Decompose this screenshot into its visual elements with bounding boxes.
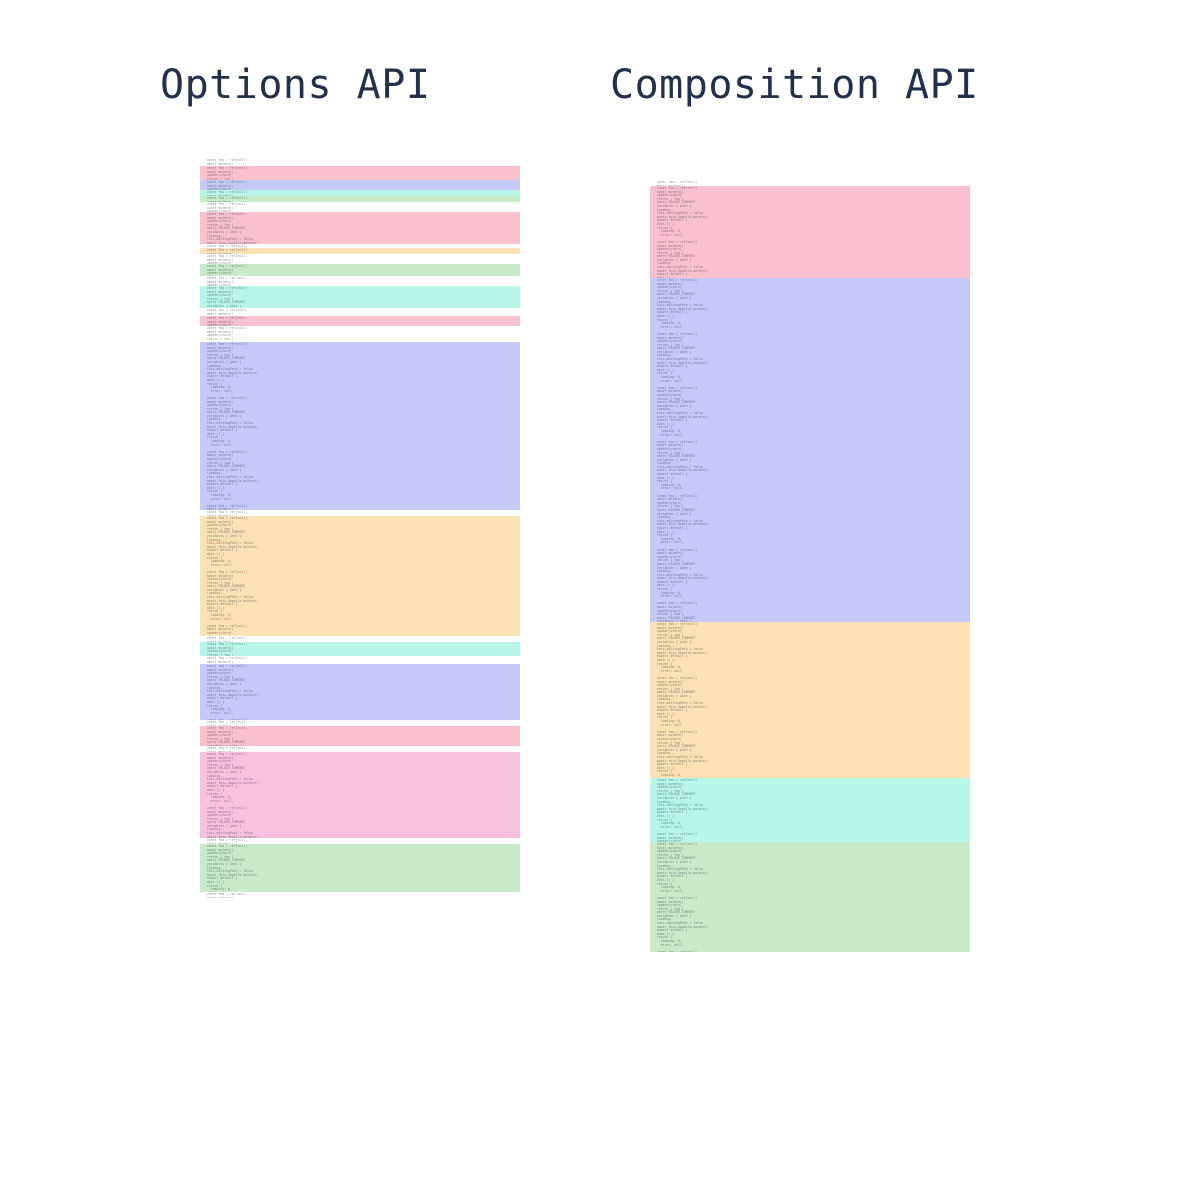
options-region-6-code: const foo = ref(null) await mutate() upd… [200,212,520,244]
options-region-0-code: const foo = ref(null) await mutate() [200,158,520,166]
options-region-26-pink: const foo = ref(null) await mutate() upd… [200,752,520,838]
options-region-13-code: const foo = ref(null) await mutate() [200,308,520,316]
options-region-10-code: const foo = ref(null) await mutate() upd… [200,264,520,276]
options-region-22-blue: const foo = ref(null) await mutate() upd… [200,664,520,720]
options-region-15-plain: const foo = ref(null) await mutate() upd… [200,326,520,342]
options-region-12-code: const foo = ref(null) await mutate() upd… [200,286,520,308]
heading-composition-api: Composition API [610,62,979,108]
options-region-6-red: const foo = ref(null) await mutate() upd… [200,212,520,244]
options-region-18-yellow: const foo = ref(null) await mutate() upd… [200,516,520,636]
options-region-1-red: const foo = ref(null) await mutate() upd… [200,166,520,180]
composition-region-4-teal: const foo = ref(null) await mutate() upd… [650,778,970,842]
options-region-10-green: const foo = ref(null) await mutate() upd… [200,264,520,276]
options-region-20-code: const foo = ref(null) await mutate() upd… [200,642,520,656]
options-region-28-green: const foo = ref(null) await mutate() upd… [200,844,520,892]
options-region-29-plain: const foo = ref(null) await mutate() [200,892,520,898]
composition-region-2-code: const foo = ref(null) await mutate() upd… [650,278,970,622]
options-region-28-code: const foo = ref(null) await mutate() upd… [200,844,520,892]
options-region-1-code: const foo = ref(null) await mutate() upd… [200,166,520,180]
options-region-24-red: const foo = ref(null) await mutate() upd… [200,726,520,746]
options-region-20-teal: const foo = ref(null) await mutate() upd… [200,642,520,656]
options-region-14-red: const foo = ref(null) await mutate() upd… [200,316,520,326]
options-region-11-code: const foo = ref(null) await mutate() upd… [200,276,520,286]
column-options-api: const foo = ref(null) await mutate() con… [200,158,520,898]
options-region-13-plain: const foo = ref(null) await mutate() [200,308,520,316]
options-region-26-code: const foo = ref(null) await mutate() upd… [200,752,520,838]
composition-region-5-green: const foo = ref(null) await mutate() upd… [650,842,970,952]
options-region-16-blue: const foo = ref(null) await mutate() upd… [200,342,520,510]
composition-region-4-code: const foo = ref(null) await mutate() upd… [650,778,970,842]
options-region-12-teal: const foo = ref(null) await mutate() upd… [200,286,520,308]
options-region-21-plain: const foo = ref(null) await mutate() [200,656,520,664]
options-region-9-code: const foo = ref(null) await mutate() upd… [200,254,520,264]
composition-region-1-red: const foo = ref(null) await mutate() upd… [650,186,970,278]
options-region-18-code: const foo = ref(null) await mutate() upd… [200,516,520,636]
options-region-2-blue: const foo = ref(null) await mutate() upd… [200,180,520,190]
options-region-2-code: const foo = ref(null) await mutate() upd… [200,180,520,190]
column-composition-api: const foo = ref(null) await mutate() con… [650,180,970,952]
composition-region-2-blue: const foo = ref(null) await mutate() upd… [650,278,970,622]
heading-options-api: Options API [160,62,430,108]
composition-region-1-code: const foo = ref(null) await mutate() upd… [650,186,970,278]
options-region-21-code: const foo = ref(null) await mutate() [200,656,520,664]
options-region-9-plain: const foo = ref(null) await mutate() upd… [200,254,520,264]
options-region-29-code: const foo = ref(null) await mutate() [200,892,520,898]
options-region-22-code: const foo = ref(null) await mutate() upd… [200,664,520,720]
options-region-5-plain: const foo = ref(null) await mutate() upd… [200,202,520,212]
options-region-0-plain: const foo = ref(null) await mutate() [200,158,520,166]
options-region-11-plain: const foo = ref(null) await mutate() upd… [200,276,520,286]
composition-region-3-yellow: const foo = ref(null) await mutate() upd… [650,622,970,778]
composition-region-3-code: const foo = ref(null) await mutate() upd… [650,622,970,778]
options-region-14-code: const foo = ref(null) await mutate() upd… [200,316,520,326]
page: Options API Composition API const foo = … [0,0,1200,1201]
composition-region-5-code: const foo = ref(null) await mutate() upd… [650,842,970,952]
options-region-24-code: const foo = ref(null) await mutate() upd… [200,726,520,746]
options-region-15-code: const foo = ref(null) await mutate() upd… [200,326,520,342]
options-region-5-code: const foo = ref(null) await mutate() upd… [200,202,520,212]
options-region-16-code: const foo = ref(null) await mutate() upd… [200,342,520,510]
